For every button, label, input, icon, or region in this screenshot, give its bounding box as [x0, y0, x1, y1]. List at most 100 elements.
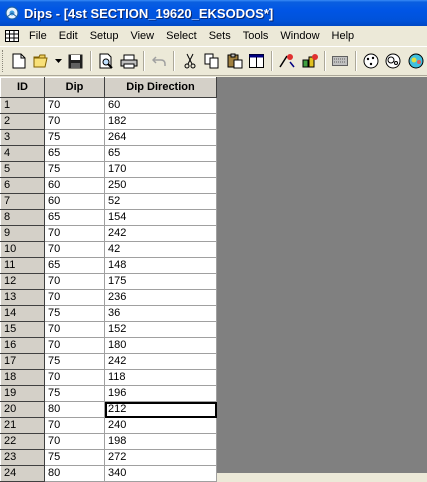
dip-direction-cell[interactable]: 272 [104, 449, 217, 466]
dip-direction-cell[interactable]: 180 [104, 337, 217, 354]
dip-direction-cell[interactable]: 212 [104, 401, 217, 418]
table-row[interactable]: 21 70 240 [0, 417, 217, 434]
dip-cell[interactable]: 75 [44, 161, 105, 178]
menu-window[interactable]: Window [274, 27, 325, 45]
menu-select[interactable]: Select [160, 27, 203, 45]
dip-cell[interactable]: 70 [44, 273, 105, 290]
dip-direction-cell[interactable]: 198 [104, 433, 217, 450]
row-id-cell[interactable]: 20 [0, 401, 45, 418]
row-id-cell[interactable]: 1 [0, 97, 45, 114]
table-row[interactable]: 3 75 264 [0, 129, 217, 146]
dip-cell[interactable]: 70 [44, 337, 105, 354]
menu-help[interactable]: Help [326, 27, 361, 45]
row-id-cell[interactable]: 22 [0, 433, 45, 450]
table-row[interactable]: 4 65 65 [0, 145, 217, 162]
menu-tools[interactable]: Tools [237, 27, 275, 45]
row-id-cell[interactable]: 7 [0, 193, 45, 210]
row-id-cell[interactable]: 5 [0, 161, 45, 178]
dip-cell[interactable]: 70 [44, 97, 105, 114]
row-id-cell[interactable]: 23 [0, 449, 45, 466]
table-row[interactable]: 18 70 118 [0, 369, 217, 386]
dip-direction-cell[interactable]: 264 [104, 129, 217, 146]
dip-direction-cell[interactable]: 118 [104, 369, 217, 386]
dip-cell[interactable]: 75 [44, 129, 105, 146]
dip-cell[interactable]: 70 [44, 225, 105, 242]
menu-file[interactable]: File [23, 27, 53, 45]
table-row[interactable]: 23 75 272 [0, 449, 217, 466]
dip-direction-cell[interactable]: 340 [104, 465, 217, 482]
dip-direction-cell[interactable]: 240 [104, 417, 217, 434]
table-row[interactable]: 16 70 180 [0, 337, 217, 354]
table-icon[interactable] [246, 50, 268, 72]
menu-setup[interactable]: Setup [84, 27, 125, 45]
dip-direction-cell[interactable]: 175 [104, 273, 217, 290]
row-id-cell[interactable]: 4 [0, 145, 45, 162]
dip-cell[interactable]: 65 [44, 209, 105, 226]
dips-app-icon[interactable] [4, 5, 20, 21]
dip-cell[interactable]: 75 [44, 385, 105, 402]
dip-direction-cell[interactable]: 250 [104, 177, 217, 194]
column-header-dip-direction[interactable]: Dip Direction [104, 77, 217, 98]
dip-direction-cell[interactable]: 242 [104, 225, 217, 242]
dip-direction-cell[interactable]: 242 [104, 353, 217, 370]
contour-icon[interactable] [382, 50, 404, 72]
table-row[interactable]: 24 80 340 [0, 465, 217, 482]
print-icon[interactable] [117, 50, 139, 72]
dip-direction-cell[interactable]: 65 [104, 145, 217, 162]
column-header-id[interactable]: ID [0, 77, 45, 98]
dip-cell[interactable]: 75 [44, 449, 105, 466]
row-id-cell[interactable]: 3 [0, 129, 45, 146]
row-id-cell[interactable]: 10 [0, 241, 45, 258]
table-row[interactable]: 2 70 182 [0, 113, 217, 130]
dip-cell[interactable]: 70 [44, 433, 105, 450]
row-id-cell[interactable]: 11 [0, 257, 45, 274]
row-id-cell[interactable]: 14 [0, 305, 45, 322]
dip-cell[interactable]: 70 [44, 113, 105, 130]
dip-cell[interactable]: 70 [44, 289, 105, 306]
toolbar-grip[interactable] [2, 50, 5, 72]
dip-direction-cell[interactable]: 170 [104, 161, 217, 178]
new-file-icon[interactable] [8, 50, 30, 72]
dropdown-arrow-icon[interactable] [53, 50, 65, 72]
dip-cell[interactable]: 80 [44, 401, 105, 418]
undo-icon[interactable] [148, 50, 170, 72]
rosette-icon[interactable] [404, 50, 426, 72]
table-row[interactable]: 1 70 60 [0, 97, 217, 114]
dip-cell[interactable]: 70 [44, 369, 105, 386]
dip-cell[interactable]: 65 [44, 257, 105, 274]
row-id-cell[interactable]: 15 [0, 321, 45, 338]
row-id-cell[interactable]: 19 [0, 385, 45, 402]
table-row[interactable]: 7 60 52 [0, 193, 217, 210]
row-id-cell[interactable]: 17 [0, 353, 45, 370]
copy-icon[interactable] [201, 50, 223, 72]
table-row[interactable]: 17 75 242 [0, 353, 217, 370]
dip-direction-cell[interactable]: 60 [104, 97, 217, 114]
pick-tool-icon[interactable] [276, 50, 298, 72]
row-id-cell[interactable]: 2 [0, 113, 45, 130]
cut-icon[interactable] [178, 50, 200, 72]
row-id-cell[interactable]: 21 [0, 417, 45, 434]
table-row[interactable]: 6 60 250 [0, 177, 217, 194]
dip-cell[interactable]: 70 [44, 321, 105, 338]
dip-direction-cell[interactable]: 236 [104, 289, 217, 306]
dip-cell[interactable]: 70 [44, 417, 105, 434]
paste-icon[interactable] [223, 50, 245, 72]
menu-view[interactable]: View [124, 27, 160, 45]
stereonet-icon[interactable] [360, 50, 382, 72]
print-preview-icon[interactable] [95, 50, 117, 72]
row-id-cell[interactable]: 18 [0, 369, 45, 386]
dip-cell[interactable]: 75 [44, 305, 105, 322]
save-icon[interactable] [65, 50, 87, 72]
dip-direction-cell[interactable]: 154 [104, 209, 217, 226]
menu-sets[interactable]: Sets [203, 27, 237, 45]
table-row[interactable]: 10 70 42 [0, 241, 217, 258]
row-id-cell[interactable]: 13 [0, 289, 45, 306]
table-row[interactable]: 19 75 196 [0, 385, 217, 402]
dip-direction-cell[interactable]: 196 [104, 385, 217, 402]
open-folder-icon[interactable] [30, 50, 52, 72]
dip-cell[interactable]: 60 [44, 177, 105, 194]
table-row[interactable]: 9 70 242 [0, 225, 217, 242]
row-id-cell[interactable]: 6 [0, 177, 45, 194]
table-row[interactable]: 15 70 152 [0, 321, 217, 338]
table-row[interactable]: 8 65 154 [0, 209, 217, 226]
